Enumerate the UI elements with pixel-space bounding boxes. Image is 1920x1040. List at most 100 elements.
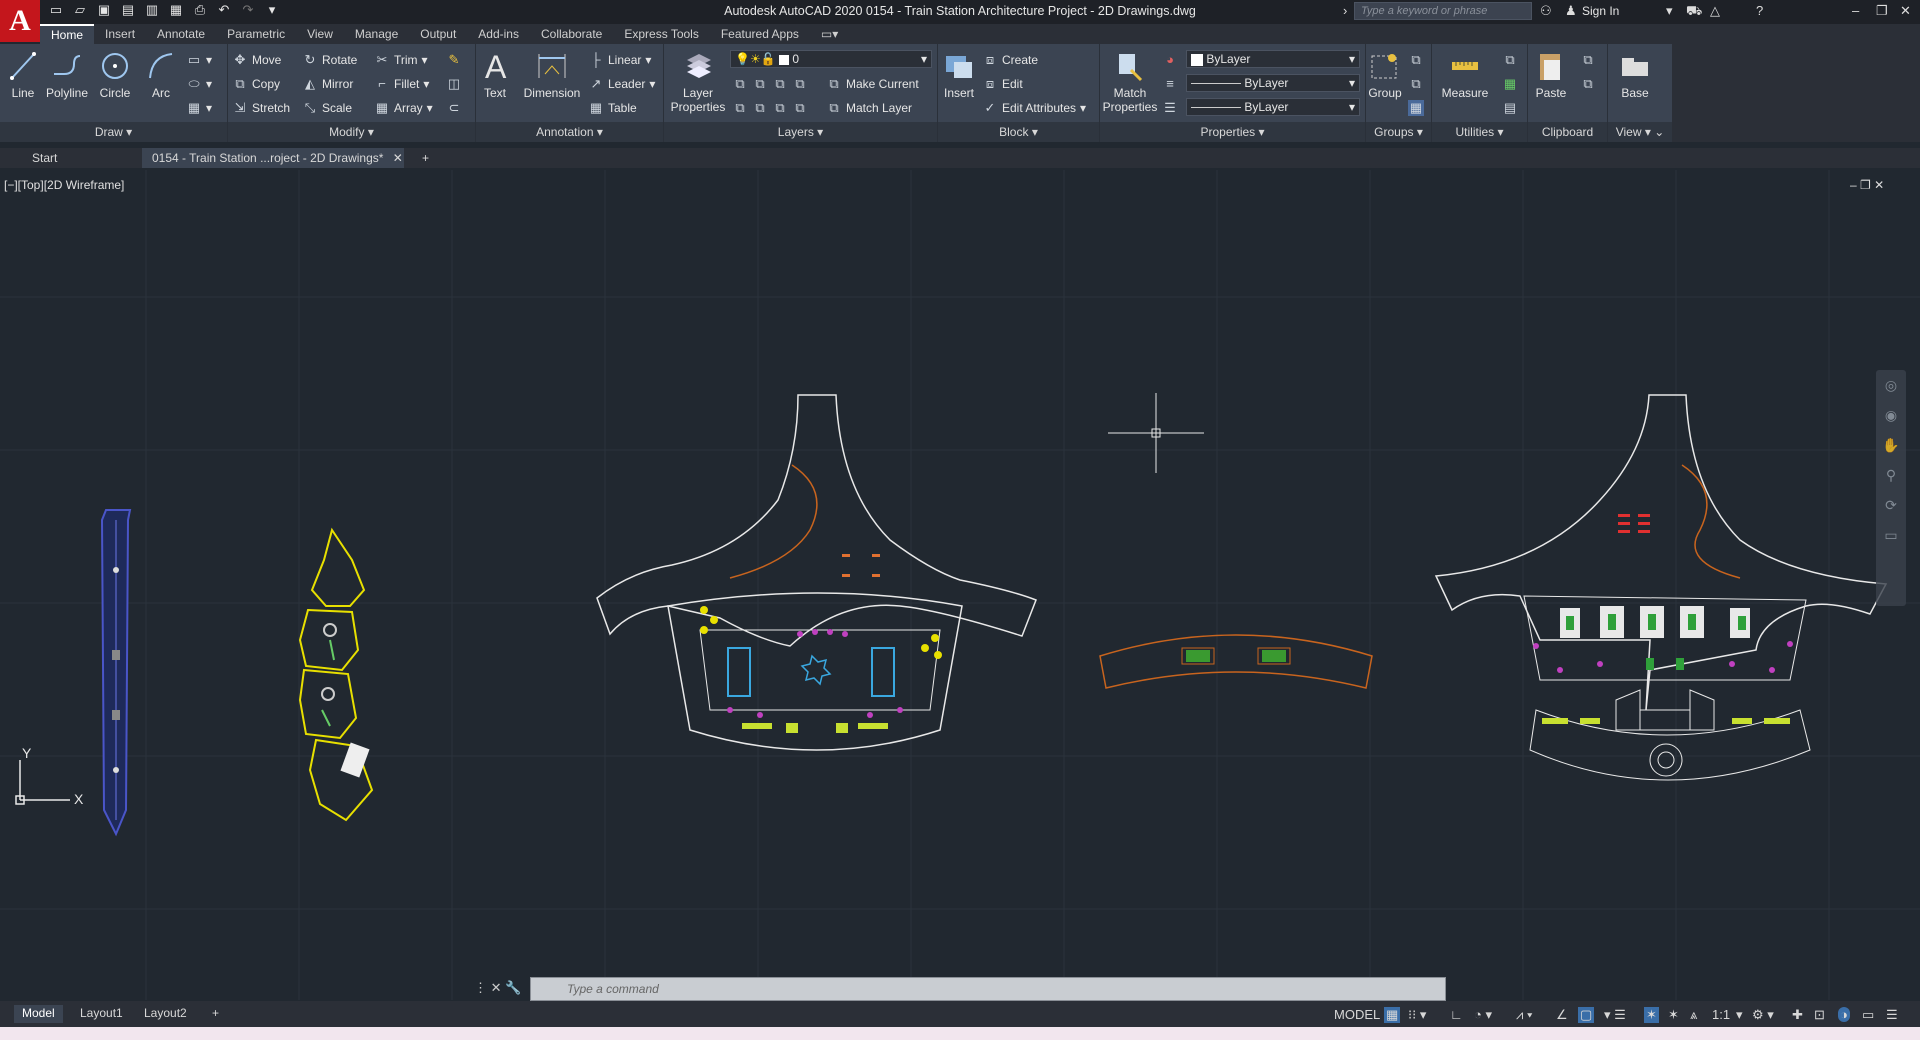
make-current-button[interactable]: ⧉ Make Current [826, 74, 918, 94]
close-icon[interactable]: ✕ [1900, 3, 1911, 19]
tab-parametric[interactable]: Parametric [216, 24, 296, 44]
zoom-icon[interactable]: ⚲ [1876, 460, 1906, 490]
move-button[interactable]: ✥ Move [232, 50, 282, 70]
tab-featured-apps[interactable]: Featured Apps [710, 24, 810, 44]
minimize-icon[interactable]: – [1852, 3, 1859, 18]
steering-wheel-icon[interactable]: ◎ [1876, 370, 1906, 400]
ribbon-options-icon[interactable]: ▭▾ [810, 24, 849, 44]
edit-block-button[interactable]: ⧈ Edit [982, 74, 1023, 94]
model-space-toggle[interactable]: MODEL [1334, 1007, 1380, 1022]
draw-panel-title[interactable]: Draw ▾ [0, 122, 227, 142]
text-button[interactable]: A Text [480, 48, 510, 100]
orbit-tool-icon[interactable]: ⟳ [1876, 490, 1906, 520]
redo-icon[interactable]: ↷ [240, 2, 256, 18]
color-dropdown[interactable]: ByLayer ▾ [1186, 50, 1360, 68]
plus-icon[interactable]: ✚ [1792, 1007, 1803, 1023]
new-file-icon[interactable]: ▭ [48, 2, 64, 18]
linetype-dropdown[interactable]: ByLayer ▾ [1186, 74, 1360, 92]
dropdown-arrow-icon[interactable]: ▾ [1666, 3, 1673, 19]
tab-output[interactable]: Output [409, 24, 467, 44]
lineweight-icon[interactable]: ≡ [1162, 74, 1178, 94]
annotation-panel-title[interactable]: Annotation ▾ [476, 122, 663, 142]
customize-qat-icon[interactable]: ▾ [264, 2, 280, 18]
stretch-button[interactable]: ⇲ Stretch [232, 98, 290, 118]
user-icon[interactable]: ♟ [1565, 3, 1577, 19]
linear-dimension-button[interactable]: ├ Linear ▾ [588, 50, 651, 70]
edit-attributes-button[interactable]: ✓ Edit Attributes ▾ [982, 98, 1087, 118]
mirror-button[interactable]: ◭ Mirror [302, 74, 353, 94]
tab-start[interactable]: Start [22, 148, 138, 168]
boundary-icon[interactable]: ▦ ▾ [186, 98, 212, 118]
open-file-icon[interactable]: ▱ [72, 2, 88, 18]
close-tab-icon[interactable]: ✕ [393, 151, 403, 165]
auto-scale-icon[interactable]: ✶ [1668, 1007, 1679, 1023]
clean-screen-icon[interactable]: ▭ [1862, 1007, 1874, 1023]
paste-button[interactable]: Paste [1534, 48, 1568, 100]
tab-manage[interactable]: Manage [344, 24, 409, 44]
leader-button[interactable]: ↗ Leader ▾ [588, 74, 656, 94]
tab-layout2[interactable]: Layout2 [136, 1005, 195, 1023]
measure-button[interactable]: Measure [1436, 48, 1494, 100]
layer-tools-row2[interactable]: ⧉ ⧉ ⧉ ⧉ [732, 98, 808, 118]
drawing-canvas[interactable]: [−][Top][2D Wireframe] – ❐ ✕ Y X ◎ ◉ ✋ ⚲… [0, 170, 1920, 1000]
circle-button[interactable]: Circle [96, 48, 134, 100]
group-select-icon[interactable]: ▦ [1408, 98, 1424, 118]
units-icon[interactable]: ⊡ [1814, 1007, 1825, 1023]
add-layout-button[interactable]: + [204, 1005, 227, 1023]
pan-icon[interactable]: ✋ [1876, 430, 1906, 460]
grid-icon[interactable]: ▦ [1384, 1007, 1401, 1023]
tab-layout1[interactable]: Layout1 [72, 1005, 131, 1023]
isodraft-icon[interactable]: ⩘ ▾ [1516, 1007, 1532, 1023]
object-snap-icon[interactable]: ▢ [1578, 1007, 1595, 1023]
scale-button[interactable]: ⤡ Scale [302, 98, 352, 118]
web-save-icon[interactable]: ▦ [168, 2, 184, 18]
cart-icon[interactable]: ⛟ [1686, 3, 1702, 21]
calculator-icon[interactable]: ▤ [1502, 98, 1518, 118]
erase-icon[interactable]: ✎ [446, 50, 462, 70]
match-properties-button[interactable]: Match Properties [1102, 48, 1158, 114]
groups-panel-title[interactable]: Groups ▾ [1366, 122, 1431, 142]
binoculars-icon[interactable]: ⚇ [1540, 3, 1552, 19]
sign-in-link[interactable]: Sign In [1582, 4, 1619, 18]
line-button[interactable]: Line [6, 48, 40, 100]
orbit-icon[interactable]: ◉ [1876, 400, 1906, 430]
tab-home[interactable]: Home [40, 24, 95, 44]
autocad-logo[interactable]: A [0, 0, 40, 42]
arc-button[interactable]: Arc [144, 48, 178, 100]
match-layer-button[interactable]: ⧉ Match Layer [826, 98, 912, 118]
plot-icon[interactable]: ⎙ [192, 2, 208, 18]
hatch-icon[interactable]: ⬭ ▾ [186, 74, 212, 94]
command-line-controls[interactable]: ⋮ ✕ 🔧 [474, 980, 521, 996]
tab-view[interactable]: View [296, 24, 344, 44]
id-point-icon[interactable]: ⧉ [1502, 50, 1518, 70]
workspace-gear-icon[interactable]: ⚙ ▾ [1752, 1007, 1774, 1023]
save-as-icon[interactable]: ▤ [120, 2, 136, 18]
quick-select-icon[interactable]: ▦ [1502, 74, 1518, 94]
utilities-panel-title[interactable]: Utilities ▾ [1432, 122, 1527, 142]
rectangle-icon[interactable]: ▭ ▾ [186, 50, 212, 70]
annotation-scale-value[interactable]: 1:1 [1712, 1007, 1730, 1022]
save-icon[interactable]: ▣ [96, 2, 112, 18]
group-edit-icon[interactable]: ⧉ [1408, 74, 1424, 94]
polar-icon[interactable]: ◔ ▾ [1474, 1007, 1492, 1023]
copy-clip-icon[interactable]: ⧉ [1580, 50, 1596, 70]
layers-panel-title[interactable]: Layers ▾ [664, 122, 937, 142]
explode-icon[interactable]: ◫ [446, 74, 462, 94]
showmotion-icon[interactable]: ▭ [1876, 520, 1906, 550]
copy-button[interactable]: ⧉ Copy [232, 74, 280, 94]
cut-icon[interactable]: ⧉ [1580, 74, 1596, 94]
rotate-button[interactable]: ↻ Rotate [302, 50, 358, 70]
ortho-icon[interactable]: ∟ [1450, 1007, 1463, 1022]
restore-icon[interactable]: ❐ [1876, 3, 1888, 19]
fillet-button[interactable]: ⌐ Fillet ▾ [374, 74, 429, 94]
tab-active-drawing[interactable]: 0154 - Train Station ...roject - 2D Draw… [142, 148, 404, 168]
customization-menu-icon[interactable]: ☰ [1886, 1007, 1898, 1023]
search-input[interactable]: Type a keyword or phrase [1354, 2, 1532, 20]
properties-panel-title[interactable]: Properties ▾ [1100, 122, 1365, 142]
offset-icon[interactable]: ⊂ [446, 98, 462, 118]
undo-icon[interactable]: ↶ [216, 2, 232, 18]
isolate-objects-icon[interactable]: ◑ [1838, 1007, 1850, 1022]
tab-express-tools[interactable]: Express Tools [613, 24, 709, 44]
lineweight-toggle-icon[interactable]: ▾ ☰ [1604, 1007, 1626, 1023]
new-tab-button[interactable]: + [412, 148, 436, 168]
